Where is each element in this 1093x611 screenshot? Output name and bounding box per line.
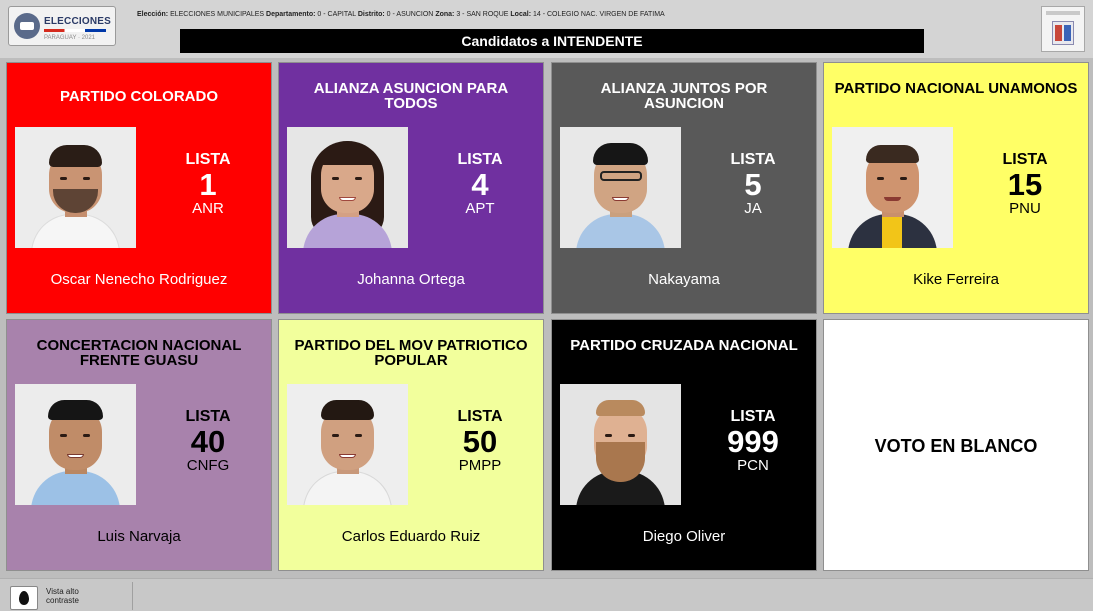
candidate-photo bbox=[15, 127, 136, 248]
distrito-value: 0 - ASUNCION bbox=[386, 11, 434, 18]
zona-label: Zona: bbox=[435, 11, 455, 18]
bottom-bar: Vista alto contraste bbox=[0, 578, 1093, 611]
lista-block: LISTA 4 APT bbox=[424, 151, 536, 218]
candidate-photo bbox=[832, 127, 953, 248]
party-name: ALIANZA JUNTOS POR ASUNCION bbox=[600, 80, 768, 112]
candidate-grid: PARTIDO COLORADO LISTA 1 ANR Oscar Nenec… bbox=[6, 62, 1089, 571]
candidate-card-partido-nacional-unamonos[interactable]: PARTIDO NACIONAL UNAMONOS LISTA 15 PNU K… bbox=[823, 62, 1089, 314]
party-abbreviation: PCN bbox=[737, 457, 769, 474]
blank-vote-label: VOTO EN BLANCO bbox=[874, 436, 1038, 456]
lista-number: 5 bbox=[744, 167, 762, 202]
party-name: CONCERTACION NACIONAL FRENTE GUASU bbox=[36, 337, 242, 369]
high-contrast-icon[interactable] bbox=[10, 586, 38, 610]
blank-vote-card[interactable]: VOTO EN BLANCO bbox=[823, 319, 1089, 571]
party-name: PARTIDO NACIONAL UNAMONOS bbox=[834, 80, 1078, 97]
lista-number: 40 bbox=[190, 424, 226, 459]
flag-stripe bbox=[44, 29, 106, 32]
candidate-photo bbox=[15, 384, 136, 505]
high-contrast-label[interactable]: Vista alto contraste bbox=[46, 587, 106, 605]
candidate-name: Kike Ferreira bbox=[913, 271, 999, 288]
candidate-photo bbox=[560, 384, 681, 505]
party-abbreviation: CNFG bbox=[186, 457, 230, 474]
lista-block: LISTA 5 JA bbox=[697, 151, 809, 218]
eleccion-label: Elección: bbox=[137, 11, 169, 18]
candidate-card-partido-del-mov-patriotico-popular[interactable]: PARTIDO DEL MOV PATRIOTICO POPULAR LISTA… bbox=[278, 319, 544, 571]
departamento-value: 0 - CAPITAL bbox=[317, 11, 356, 18]
lista-number: 1 bbox=[199, 167, 217, 202]
party-abbreviation: JA bbox=[744, 200, 762, 217]
header-bar: ELECCIONES PARAGUAY · 2021 Elección: ELE… bbox=[0, 0, 1093, 58]
candidate-name: Diego Oliver bbox=[642, 528, 726, 545]
candidate-card-alianza-asuncion-para-todos[interactable]: ALIANZA ASUNCION PARA TODOS LISTA 4 APT … bbox=[278, 62, 544, 314]
local-label: Local: bbox=[510, 11, 532, 18]
local-value: 14 - COLEGIO NAC. VIRGEN DE FATIMA bbox=[532, 11, 665, 18]
ballot-box-icon bbox=[1041, 6, 1085, 52]
candidate-name: Nakayama bbox=[648, 271, 720, 288]
party-abbreviation: PMPP bbox=[458, 457, 502, 474]
logo-emblem-icon bbox=[14, 13, 40, 39]
candidate-card-concertacion-nacional-frente-guasu[interactable]: CONCERTACION NACIONAL FRENTE GUASU LISTA… bbox=[6, 319, 272, 571]
distrito-label: Distrito: bbox=[357, 11, 385, 18]
lista-number: 4 bbox=[471, 167, 489, 202]
party-name: PARTIDO CRUZADA NACIONAL bbox=[570, 337, 798, 354]
candidate-photo bbox=[287, 127, 408, 248]
candidate-card-alianza-juntos-por-asuncion[interactable]: ALIANZA JUNTOS POR ASUNCION LISTA 5 JA N… bbox=[551, 62, 817, 314]
zona-value: 3 - SAN ROQUE bbox=[456, 11, 509, 18]
eleccion-value: ELECCIONES MUNICIPALES bbox=[170, 11, 265, 18]
party-name: PARTIDO DEL MOV PATRIOTICO POPULAR bbox=[294, 337, 528, 369]
party-name: PARTIDO COLORADO bbox=[59, 88, 219, 105]
lista-block: LISTA 50 PMPP bbox=[424, 408, 536, 475]
lista-block: LISTA 40 CNFG bbox=[152, 408, 264, 475]
lista-block: LISTA 15 PNU bbox=[969, 151, 1081, 218]
party-abbreviation: APT bbox=[465, 200, 495, 217]
elecciones-logo: ELECCIONES PARAGUAY · 2021 bbox=[8, 6, 116, 46]
candidate-name: Oscar Nenecho Rodriguez bbox=[50, 271, 228, 288]
lista-block: LISTA 1 ANR bbox=[152, 151, 264, 218]
lista-number: 999 bbox=[727, 424, 779, 459]
party-abbreviation: PNU bbox=[1009, 200, 1041, 217]
logo-title: ELECCIONES bbox=[44, 16, 112, 27]
divider bbox=[132, 582, 133, 610]
lista-block: LISTA 999 PCN bbox=[697, 408, 809, 475]
lista-number: 50 bbox=[462, 424, 498, 459]
candidate-card-partido-cruzada-nacional[interactable]: PARTIDO CRUZADA NACIONAL LISTA 999 PCN D… bbox=[551, 319, 817, 571]
lista-number: 15 bbox=[1007, 167, 1043, 202]
candidate-name: Carlos Eduardo Ruiz bbox=[341, 528, 481, 545]
candidate-photo bbox=[560, 127, 681, 248]
party-abbreviation: ANR bbox=[192, 200, 224, 217]
candidate-card-partido-colorado[interactable]: PARTIDO COLORADO LISTA 1 ANR Oscar Nenec… bbox=[6, 62, 272, 314]
candidate-name: Johanna Ortega bbox=[357, 271, 465, 288]
page-title: Candidatos a INTENDENTE bbox=[180, 29, 924, 53]
departamento-label: Departamento: bbox=[266, 11, 316, 18]
logo-subtitle: PARAGUAY · 2021 bbox=[44, 35, 96, 41]
party-name: ALIANZA ASUNCION PARA TODOS bbox=[313, 80, 509, 112]
election-info-line: Elección: ELECCIONES MUNICIPALES Departa… bbox=[137, 11, 665, 18]
candidate-name: Luis Narvaja bbox=[97, 528, 181, 545]
candidate-photo bbox=[287, 384, 408, 505]
